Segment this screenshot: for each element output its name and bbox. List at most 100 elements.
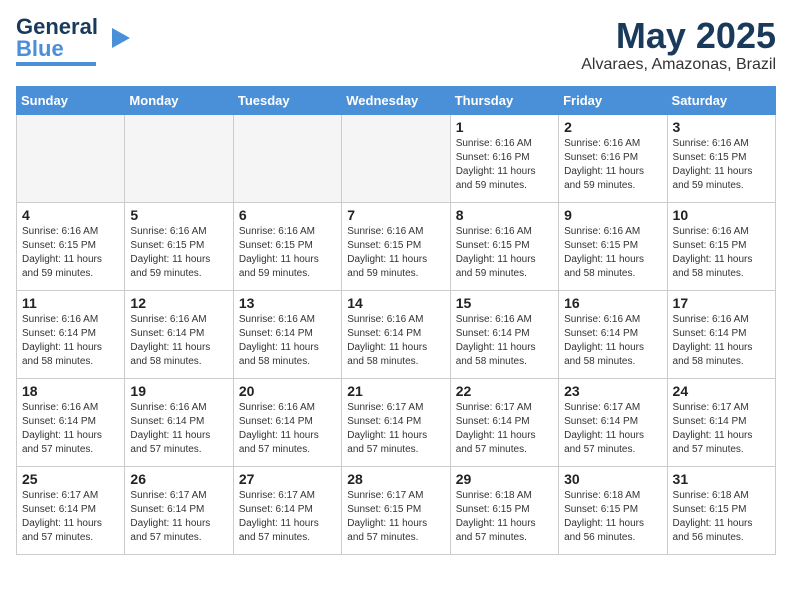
calendar-cell: 30 Sunrise: 6:18 AM Sunset: 6:15 PM Dayli…	[559, 466, 667, 554]
week-row-4: 18 Sunrise: 6:16 AM Sunset: 6:14 PM Dayli…	[17, 378, 776, 466]
calendar-table: SundayMondayTuesdayWednesdayThursdayFrid…	[16, 86, 776, 555]
cell-info: Sunrise: 6:17 AM Sunset: 6:14 PM Dayligh…	[347, 401, 444, 457]
cell-info: Sunrise: 6:16 AM Sunset: 6:14 PM Dayligh…	[22, 313, 119, 369]
day-number: 23	[564, 383, 661, 399]
cell-info: Sunrise: 6:18 AM Sunset: 6:15 PM Dayligh…	[456, 489, 553, 545]
calendar-cell: 5Sunrise: 6:16 AM Sunset: 6:15 PM Daylig…	[125, 202, 233, 290]
day-number: 19	[130, 383, 227, 399]
day-number: 24	[673, 383, 770, 399]
calendar-cell: 23Sunrise: 6:17 AM Sunset: 6:14 PM Dayli…	[559, 378, 667, 466]
calendar-cell: 2 Sunrise: 6:16 AM Sunset: 6:16 PM Daylig…	[559, 114, 667, 202]
cell-info: Sunrise: 6:16 AM Sunset: 6:15 PM Dayligh…	[673, 225, 770, 281]
day-number: 31	[673, 471, 770, 487]
calendar-cell	[342, 114, 450, 202]
calendar-cell: 20 Sunrise: 6:16 AM Sunset: 6:14 PM Dayli…	[233, 378, 341, 466]
cell-info: Sunrise: 6:17 AM Sunset: 6:15 PM Dayligh…	[347, 489, 444, 545]
calendar-cell: 18 Sunrise: 6:16 AM Sunset: 6:14 PM Dayli…	[17, 378, 125, 466]
calendar-cell	[17, 114, 125, 202]
day-number: 17	[673, 295, 770, 311]
calendar-cell: 21 Sunrise: 6:17 AM Sunset: 6:14 PM Dayli…	[342, 378, 450, 466]
day-number: 14	[347, 295, 444, 311]
day-number: 26	[130, 471, 227, 487]
logo-icon	[102, 23, 132, 53]
day-number: 21	[347, 383, 444, 399]
day-number: 10	[673, 207, 770, 223]
calendar-cell: 28 Sunrise: 6:17 AM Sunset: 6:15 PM Dayli…	[342, 466, 450, 554]
month-title: May 2025	[581, 16, 776, 56]
cell-info: Sunrise: 6:17 AM Sunset: 6:14 PM Dayligh…	[22, 489, 119, 545]
title-area: May 2025 Alvaraes, Amazonas, Brazil	[581, 16, 776, 74]
cell-info: Sunrise: 6:16 AM Sunset: 6:15 PM Dayligh…	[673, 137, 770, 193]
cell-info: Sunrise: 6:16 AM Sunset: 6:16 PM Dayligh…	[456, 137, 553, 193]
day-number: 2	[564, 119, 661, 135]
cell-info: Sunrise: 6:16 AM Sunset: 6:15 PM Dayligh…	[564, 225, 661, 281]
cell-info: Sunrise: 6:16 AM Sunset: 6:14 PM Dayligh…	[239, 313, 336, 369]
day-number: 12	[130, 295, 227, 311]
cell-info: Sunrise: 6:17 AM Sunset: 6:14 PM Dayligh…	[673, 401, 770, 457]
day-number: 11	[22, 295, 119, 311]
calendar-cell: 31 Sunrise: 6:18 AM Sunset: 6:15 PM Dayli…	[667, 466, 775, 554]
cell-info: Sunrise: 6:16 AM Sunset: 6:14 PM Dayligh…	[347, 313, 444, 369]
day-header-saturday: Saturday	[667, 86, 775, 114]
calendar-cell: 7Sunrise: 6:16 AM Sunset: 6:15 PM Daylig…	[342, 202, 450, 290]
logo-text: GeneralBlue	[16, 16, 98, 60]
cell-info: Sunrise: 6:16 AM Sunset: 6:15 PM Dayligh…	[22, 225, 119, 281]
cell-info: Sunrise: 6:17 AM Sunset: 6:14 PM Dayligh…	[130, 489, 227, 545]
calendar-cell: 17 Sunrise: 6:16 AM Sunset: 6:14 PM Dayli…	[667, 290, 775, 378]
day-number: 22	[456, 383, 553, 399]
calendar-cell: 10 Sunrise: 6:16 AM Sunset: 6:15 PM Dayli…	[667, 202, 775, 290]
header-row: SundayMondayTuesdayWednesdayThursdayFrid…	[17, 86, 776, 114]
cell-info: Sunrise: 6:16 AM Sunset: 6:14 PM Dayligh…	[130, 313, 227, 369]
day-header-monday: Monday	[125, 86, 233, 114]
day-number: 6	[239, 207, 336, 223]
calendar-cell: 8 Sunrise: 6:16 AM Sunset: 6:15 PM Daylig…	[450, 202, 558, 290]
calendar-cell: 4 Sunrise: 6:16 AM Sunset: 6:15 PM Daylig…	[17, 202, 125, 290]
cell-info: Sunrise: 6:18 AM Sunset: 6:15 PM Dayligh…	[673, 489, 770, 545]
day-number: 13	[239, 295, 336, 311]
calendar-cell	[125, 114, 233, 202]
calendar-cell: 9Sunrise: 6:16 AM Sunset: 6:15 PM Daylig…	[559, 202, 667, 290]
calendar-cell: 19Sunrise: 6:16 AM Sunset: 6:14 PM Dayli…	[125, 378, 233, 466]
day-number: 30	[564, 471, 661, 487]
calendar-cell	[233, 114, 341, 202]
day-header-wednesday: Wednesday	[342, 86, 450, 114]
cell-info: Sunrise: 6:18 AM Sunset: 6:15 PM Dayligh…	[564, 489, 661, 545]
calendar-cell: 3 Sunrise: 6:16 AM Sunset: 6:15 PM Daylig…	[667, 114, 775, 202]
day-number: 20	[239, 383, 336, 399]
day-number: 8	[456, 207, 553, 223]
cell-info: Sunrise: 6:16 AM Sunset: 6:14 PM Dayligh…	[673, 313, 770, 369]
day-number: 28	[347, 471, 444, 487]
calendar-cell: 25 Sunrise: 6:17 AM Sunset: 6:14 PM Dayli…	[17, 466, 125, 554]
calendar-cell: 1 Sunrise: 6:16 AM Sunset: 6:16 PM Daylig…	[450, 114, 558, 202]
day-header-thursday: Thursday	[450, 86, 558, 114]
calendar-cell: 29 Sunrise: 6:18 AM Sunset: 6:15 PM Dayli…	[450, 466, 558, 554]
week-row-3: 11 Sunrise: 6:16 AM Sunset: 6:14 PM Dayli…	[17, 290, 776, 378]
day-header-tuesday: Tuesday	[233, 86, 341, 114]
logo: GeneralBlue	[16, 16, 132, 66]
day-number: 27	[239, 471, 336, 487]
logo-bar	[16, 62, 96, 66]
day-number: 29	[456, 471, 553, 487]
cell-info: Sunrise: 6:16 AM Sunset: 6:16 PM Dayligh…	[564, 137, 661, 193]
day-number: 25	[22, 471, 119, 487]
calendar-cell: 16 Sunrise: 6:16 AM Sunset: 6:14 PM Dayli…	[559, 290, 667, 378]
calendar-cell: 13 Sunrise: 6:16 AM Sunset: 6:14 PM Dayli…	[233, 290, 341, 378]
calendar-cell: 26 Sunrise: 6:17 AM Sunset: 6:14 PM Dayli…	[125, 466, 233, 554]
cell-info: Sunrise: 6:16 AM Sunset: 6:15 PM Dayligh…	[130, 225, 227, 281]
calendar-cell: 22 Sunrise: 6:17 AM Sunset: 6:14 PM Dayli…	[450, 378, 558, 466]
week-row-2: 4 Sunrise: 6:16 AM Sunset: 6:15 PM Daylig…	[17, 202, 776, 290]
calendar-cell: 27 Sunrise: 6:17 AM Sunset: 6:14 PM Dayli…	[233, 466, 341, 554]
cell-info: Sunrise: 6:17 AM Sunset: 6:14 PM Dayligh…	[239, 489, 336, 545]
day-number: 16	[564, 295, 661, 311]
day-number: 4	[22, 207, 119, 223]
cell-info: Sunrise: 6:16 AM Sunset: 6:15 PM Dayligh…	[456, 225, 553, 281]
day-number: 3	[673, 119, 770, 135]
day-number: 18	[22, 383, 119, 399]
cell-info: Sunrise: 6:16 AM Sunset: 6:14 PM Dayligh…	[564, 313, 661, 369]
cell-info: Sunrise: 6:16 AM Sunset: 6:14 PM Dayligh…	[239, 401, 336, 457]
calendar-cell: 14 Sunrise: 6:16 AM Sunset: 6:14 PM Dayli…	[342, 290, 450, 378]
cell-info: Sunrise: 6:17 AM Sunset: 6:14 PM Dayligh…	[456, 401, 553, 457]
location: Alvaraes, Amazonas, Brazil	[581, 56, 776, 74]
day-number: 1	[456, 119, 553, 135]
cell-info: Sunrise: 6:16 AM Sunset: 6:14 PM Dayligh…	[22, 401, 119, 457]
